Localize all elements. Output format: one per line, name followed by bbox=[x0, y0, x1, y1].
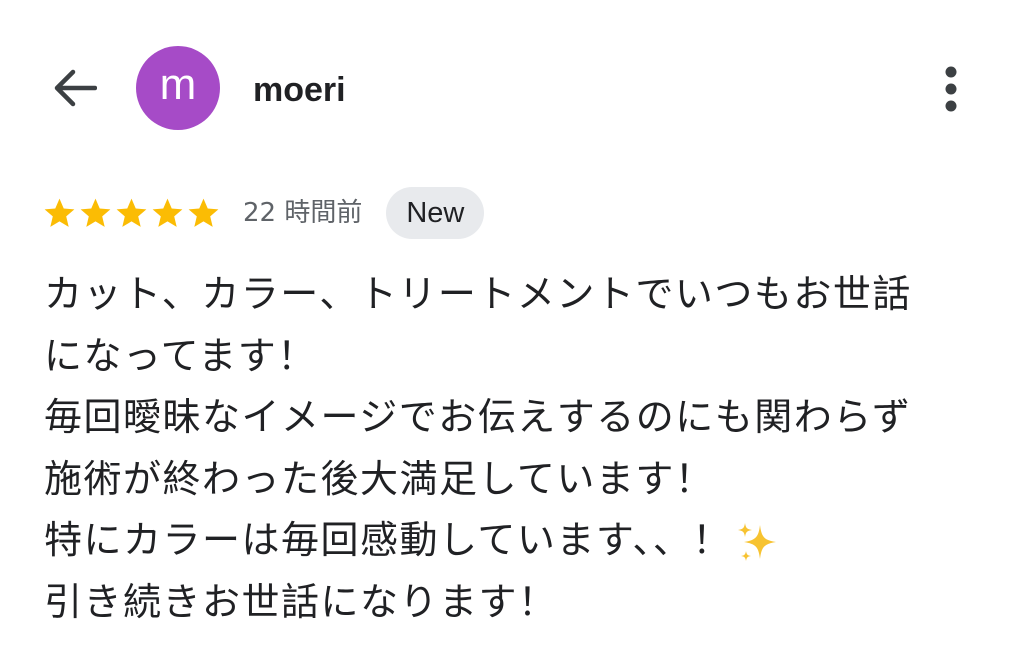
review-line-text: 特にカラーは毎回感動しています、、！ bbox=[44, 518, 732, 562]
review-time: 22 時間前 bbox=[243, 198, 363, 228]
more-vert-icon bbox=[945, 66, 957, 112]
star-icon bbox=[44, 198, 75, 227]
star-rating bbox=[42, 196, 221, 231]
review-text: カット、カラー、トリートメントでいつもお世話 になってます！ 毎回曖昧なイメージ… bbox=[44, 264, 984, 633]
review-line: 引き続きお世話になります！ bbox=[44, 579, 558, 624]
review-line: カット、カラー、トリートメントでいつもお世話 bbox=[44, 272, 912, 316]
new-badge: New bbox=[386, 187, 485, 239]
star-icon bbox=[80, 198, 111, 227]
review-line-with-emoji: 特にカラーは毎回感動しています、、！ bbox=[44, 510, 984, 572]
star-icon bbox=[152, 198, 183, 227]
star-icon bbox=[116, 198, 147, 227]
review-line: 施術が終わった後大満足しています！ bbox=[44, 456, 715, 501]
review-line: 毎回曖昧なイメージでお伝えするのにも関わらず bbox=[44, 395, 912, 439]
sparkles-icon bbox=[737, 522, 776, 561]
avatar[interactable]: m bbox=[136, 46, 220, 130]
review-line: になってます！ bbox=[44, 333, 317, 378]
more-options-button[interactable] bbox=[925, 58, 977, 120]
review-meta: 22 時間前 New bbox=[42, 186, 485, 240]
review-header: m moeri bbox=[0, 0, 1024, 180]
arrow-back-icon bbox=[54, 69, 97, 107]
back-button[interactable] bbox=[44, 58, 104, 118]
avatar-letter: m bbox=[159, 60, 197, 109]
reviewer-name[interactable]: moeri bbox=[253, 68, 346, 112]
star-icon bbox=[188, 198, 219, 227]
